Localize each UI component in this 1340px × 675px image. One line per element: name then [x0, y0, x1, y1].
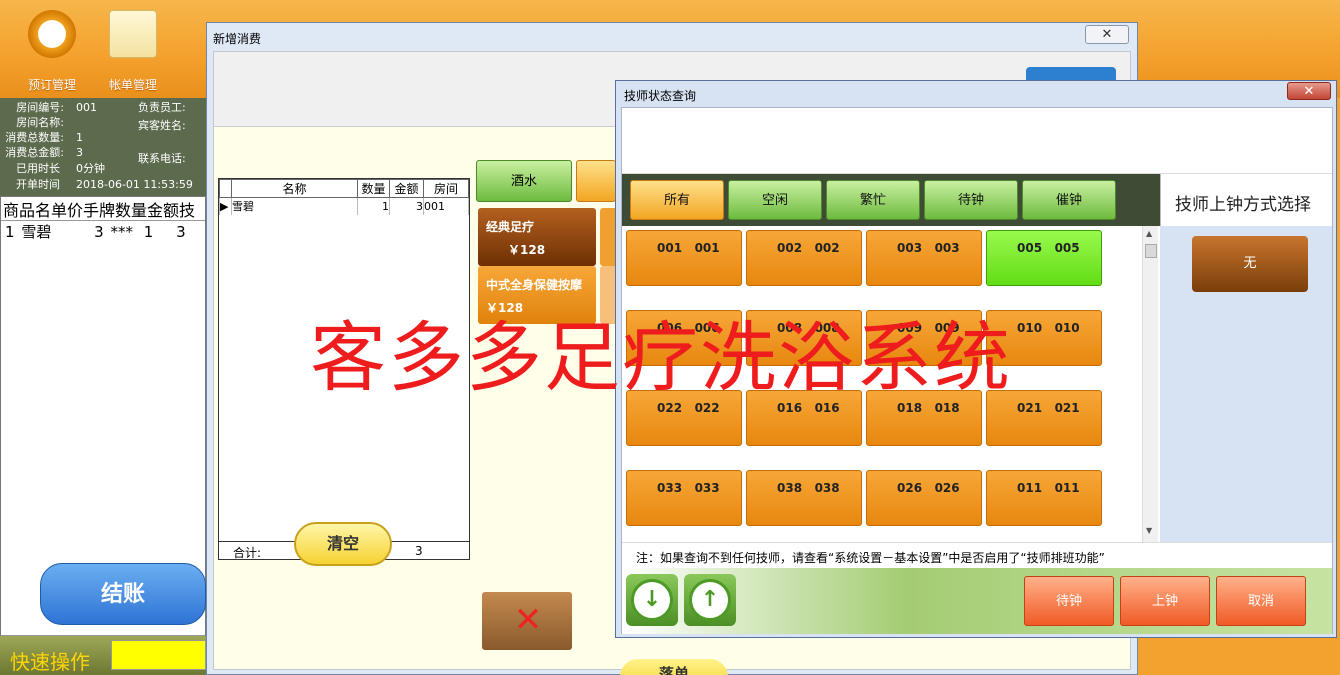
- wait-clock-button[interactable]: 待钟: [1024, 576, 1114, 626]
- col-amount: 金额: [389, 179, 424, 198]
- col-qty: 数量: [357, 179, 390, 198]
- start-clock-button[interactable]: 上钟: [1120, 576, 1210, 626]
- toolbar-bills[interactable]: 帐单管理: [98, 10, 168, 93]
- clear-button[interactable]: 清空: [294, 522, 392, 566]
- scroll-down-icon[interactable]: ▼: [1146, 526, 1152, 535]
- window-title: 新增消费: [213, 32, 262, 46]
- list-item[interactable]: 1 雪碧 3 *** 1 3: [1, 221, 205, 242]
- cross-arrows-icon: ✕: [513, 600, 543, 640]
- close-button[interactable]: ✕: [1085, 25, 1129, 44]
- technician-tile[interactable]: 001 001: [626, 230, 742, 286]
- quick-action-bar: 快速操作: [0, 636, 206, 675]
- filter-urge[interactable]: 催钟: [1022, 180, 1116, 220]
- list-header: 商品名单价手牌数量金额技: [1, 197, 205, 221]
- close-button[interactable]: ✕: [1287, 82, 1331, 100]
- arrow-up-icon: ↑: [689, 579, 731, 621]
- col-room: 房间: [423, 179, 469, 198]
- window-title: 技师状态查询: [624, 89, 697, 103]
- checkout-button[interactable]: 结账: [40, 563, 206, 625]
- filter-idle[interactable]: 空闲: [728, 180, 822, 220]
- side-header: 技师上钟方式选择: [1160, 174, 1332, 226]
- room-info: 房间编号: 001 房间名称: 消费总数量: 1 消费总金额: 3 已用时长 0…: [0, 98, 206, 196]
- left-panel: 房间编号: 001 房间名称: 消费总数量: 1 消费总金额: 3 已用时长 0…: [0, 98, 206, 675]
- technician-tile[interactable]: 003 003: [866, 230, 982, 286]
- technician-tile[interactable]: 026 026: [866, 470, 982, 526]
- filter-busy[interactable]: 繁忙: [826, 180, 920, 220]
- technician-tile[interactable]: 038 038: [746, 470, 862, 526]
- item-tile[interactable]: 经典足疗 ￥128: [478, 208, 596, 266]
- row-pointer-icon: ▶: [219, 197, 232, 215]
- hint-note: 注：如果查询不到任何技师，请查看“系统设置－基本设置”中是否启用了“技师排班功能…: [622, 542, 1332, 568]
- col-name: 名称: [231, 179, 358, 198]
- cancel-button[interactable]: 取消: [1216, 576, 1306, 626]
- tab-active[interactable]: [576, 160, 616, 202]
- place-order-button[interactable]: 落单: [620, 659, 728, 675]
- scroll-up-button[interactable]: ↑: [684, 574, 736, 626]
- table-row[interactable]: ▶ 雪碧 1 3 001: [219, 197, 469, 215]
- delete-button[interactable]: ✕: [482, 592, 572, 650]
- quick-action-input[interactable]: [111, 640, 206, 670]
- filter-all[interactable]: 所有: [630, 180, 724, 220]
- scroll-down-button[interactable]: ↓: [626, 574, 678, 626]
- scrollbar[interactable]: ▲ ▼: [1142, 226, 1158, 542]
- search-area: [622, 108, 1332, 174]
- technician-tile[interactable]: 002 002: [746, 230, 862, 286]
- tab-drinks[interactable]: 酒水: [476, 160, 572, 202]
- technician-tile[interactable]: 005 005: [986, 230, 1102, 286]
- technician-tile[interactable]: 011 011: [986, 470, 1102, 526]
- watermark: 客多多足疗洗浴系统: [310, 313, 1012, 402]
- action-footer: ↓ ↑ 待钟 上钟 取消: [622, 568, 1332, 634]
- clock-method-panel: 无: [1160, 226, 1332, 542]
- scroll-up-icon[interactable]: ▲: [1146, 229, 1152, 238]
- filter-waiting[interactable]: 待钟: [924, 180, 1018, 220]
- arrow-down-icon: ↓: [631, 579, 673, 621]
- clock-icon: [28, 10, 76, 58]
- scroll-thumb[interactable]: [1145, 244, 1157, 258]
- notepad-icon: [109, 10, 157, 58]
- toolbar-booking[interactable]: 预订管理: [17, 10, 87, 93]
- technician-tile[interactable]: 033 033: [626, 470, 742, 526]
- clock-method-option[interactable]: 无: [1192, 236, 1308, 292]
- quick-action-label: 快速操作: [10, 650, 90, 674]
